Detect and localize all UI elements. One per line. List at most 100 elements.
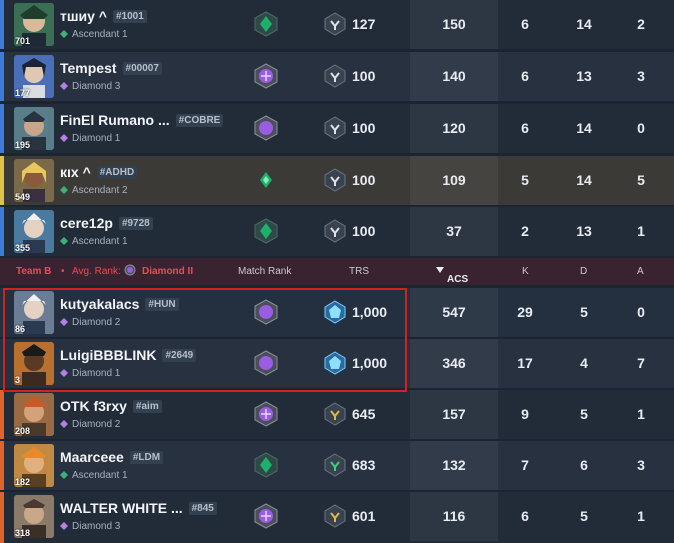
deaths-value: 14 [576, 16, 592, 32]
diamond-tier-icon [324, 351, 346, 375]
assists-value: 2 [637, 16, 645, 32]
trs-value: 645 [352, 406, 376, 422]
acs-value: 116 [442, 508, 466, 524]
team-accent-bar [0, 0, 4, 49]
kills-value: 29 [517, 304, 533, 320]
player-rank-text: Ascendant 2 [72, 185, 128, 196]
player-rank: Ascendant 1 [60, 470, 128, 481]
player-name-text: kutyakalacs [60, 296, 140, 312]
player-tag: #845 [188, 502, 217, 515]
acs-value: 140 [442, 68, 466, 84]
player-rank-text: Diamond 1 [72, 368, 121, 379]
player-row[interactable]: 701 тшиу ^ #1001 Ascendant 1 127 150 6 14… [0, 0, 674, 49]
player-row[interactable]: 177 Tempest #00007 Diamond 3 100 140 6 13… [0, 52, 674, 101]
scoreboard: 701 тшиу ^ #1001 Ascendant 1 127 150 6 14… [0, 0, 674, 543]
player-name[interactable]: FinEl Rumano ... #COBRE [60, 112, 224, 128]
player-name[interactable]: kutyakalacs #HUN [60, 296, 179, 312]
assists-value: 5 [637, 172, 645, 188]
avatar[interactable]: 355 [14, 210, 54, 253]
player-tag: #00007 [122, 62, 162, 75]
player-row[interactable]: 355 cere12p #9728 Ascendant 1 100 37 2 13… [0, 207, 674, 256]
player-rank-text: Ascendant 1 [72, 29, 128, 40]
player-row[interactable]: 3 LuigiBBBLINK #2649 Diamond 1 1,000 346 … [0, 339, 674, 388]
player-rank: Diamond 1 [60, 368, 120, 379]
diamond-rank-icon [254, 115, 278, 141]
player-tag: #1001 [112, 10, 147, 23]
player-name[interactable]: LuigiBBBLINK #2649 [60, 347, 197, 363]
kills-value: 6 [521, 16, 529, 32]
player-row[interactable]: 318 WALTER WHITE ... #845 Diamond 3 601 1… [0, 492, 674, 543]
ascendant-rank-icon [254, 218, 278, 244]
account-level: 355 [15, 243, 31, 253]
column-header-acs[interactable]: ACS [436, 266, 468, 285]
team-accent-bar [0, 52, 4, 101]
kills-value: 5 [521, 172, 529, 188]
trs-value: 683 [352, 457, 376, 473]
player-name[interactable]: Maarceee #LDM [60, 449, 164, 465]
player-rank: Ascendant 1 [60, 236, 128, 247]
diamond-rank-icon [60, 522, 68, 530]
player-tag: #LDM [129, 451, 164, 464]
avatar[interactable]: 701 [14, 3, 54, 46]
team-accent-bar [0, 156, 4, 205]
team-accent-bar [0, 441, 4, 490]
avatar[interactable]: 318 [14, 495, 54, 538]
deaths-value: 13 [576, 68, 592, 84]
assists-value: 7 [637, 355, 645, 371]
diamond-tier-icon [324, 300, 346, 324]
player-name[interactable]: Tempest #00007 [60, 60, 162, 76]
team-accent-bar [0, 104, 4, 153]
avatar[interactable]: 195 [14, 107, 54, 150]
diamond-rank-icon [254, 401, 278, 427]
ascendant-rank-icon [260, 172, 272, 188]
account-level: 195 [15, 140, 31, 150]
account-level: 701 [15, 36, 31, 46]
ascendant-rank-icon [60, 471, 68, 479]
diamond-rank-icon [124, 264, 136, 276]
assists-value: 1 [637, 508, 645, 524]
column-header-d[interactable]: D [580, 266, 587, 277]
avatar[interactable]: 549 [14, 159, 54, 202]
player-row[interactable]: 549 кıх ^ #ADHD Ascendant 2 100 109 5 14 … [0, 156, 674, 205]
player-name[interactable]: WALTER WHITE ... #845 [60, 500, 217, 516]
avatar[interactable]: 182 [14, 444, 54, 487]
player-rank: Diamond 3 [60, 81, 120, 92]
team-accent-bar [0, 207, 4, 256]
ascendant-rank-icon [254, 11, 278, 37]
player-tag: #aim [132, 400, 162, 413]
player-rank: Ascendant 2 [60, 185, 128, 196]
column-header-trs[interactable]: TRS [349, 266, 369, 277]
avatar[interactable]: 208 [14, 393, 54, 436]
assists-value: 3 [637, 457, 645, 473]
player-row[interactable]: 182 Maarceee #LDM Ascendant 1 683 132 7 6… [0, 441, 674, 490]
player-name[interactable]: кıх ^ #ADHD [60, 164, 138, 180]
acs-value: 346 [442, 355, 466, 371]
acs-value: 157 [442, 406, 466, 422]
player-name-text: тшиу ^ [60, 8, 107, 24]
trs-value: 601 [352, 508, 376, 524]
assists-value: 0 [637, 304, 645, 320]
assists-value: 0 [637, 120, 645, 136]
account-level: 208 [15, 426, 31, 436]
player-row[interactable]: 208 OTK f3rxy #aim Diamond 2 645 157 9 5 … [0, 390, 674, 439]
player-name[interactable]: cere12p #9728 [60, 215, 153, 231]
trs-value: 100 [352, 172, 376, 188]
player-rank-text: Diamond 3 [72, 81, 121, 92]
avatar[interactable]: 177 [14, 55, 54, 98]
column-header-k[interactable]: K [522, 266, 529, 277]
player-name-text: Tempest [60, 60, 117, 76]
player-name[interactable]: тшиу ^ #1001 [60, 8, 147, 24]
player-name[interactable]: OTK f3rxy #aim [60, 398, 162, 414]
player-tag: #2649 [162, 349, 197, 362]
player-rank-text: Diamond 2 [72, 419, 121, 430]
player-row[interactable]: 195 FinEl Rumano ... #COBRE Diamond 1 100… [0, 104, 674, 153]
avatar[interactable]: 3 [14, 342, 54, 385]
column-header-a[interactable]: A [637, 266, 644, 277]
player-row[interactable]: 86 kutyakalacs #HUN Diamond 2 1,000 547 2… [0, 288, 674, 337]
avatar[interactable]: 86 [14, 291, 54, 334]
column-header-match-rank[interactable]: Match Rank [238, 266, 291, 277]
deaths-value: 5 [580, 304, 588, 320]
ascendant-rank-icon [60, 30, 68, 38]
deaths-value: 14 [576, 120, 592, 136]
radiant-tier-icon [324, 64, 346, 88]
